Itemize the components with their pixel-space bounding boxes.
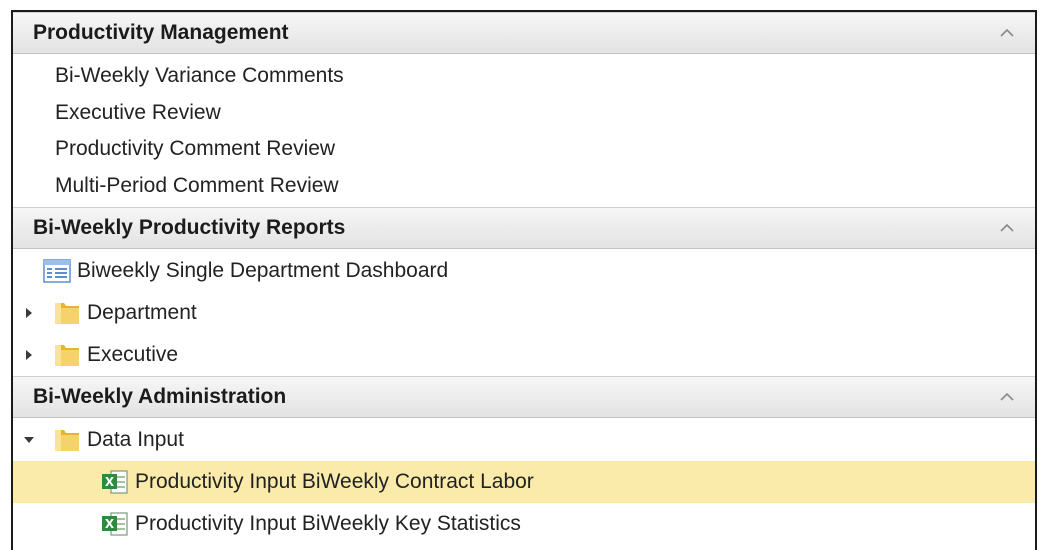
section-header-bi-weekly-administration[interactable]: Bi-Weekly Administration xyxy=(13,376,1035,418)
tree-item-productivity-input-biweekly-key-statistics[interactable]: X Productivity Input BiWeekly Key Statis… xyxy=(13,503,1035,545)
chevron-up-icon[interactable] xyxy=(987,18,1027,48)
productivity-management-list: Bi-Weekly Variance Comments Executive Re… xyxy=(13,54,1035,207)
tree-item-department[interactable]: Department xyxy=(13,292,1035,334)
link-productivity-comment-review[interactable]: Productivity Comment Review xyxy=(13,131,1035,168)
folder-icon xyxy=(53,300,83,326)
tree-item-label: Executive xyxy=(87,343,179,366)
tree-item-data-input[interactable]: Data Input xyxy=(13,419,1035,461)
section-title: Bi-Weekly Productivity Reports xyxy=(33,216,346,239)
tree-item-label: Productivity Input BiWeekly Key Statisti… xyxy=(135,512,521,535)
link-executive-review[interactable]: Executive Review xyxy=(13,95,1035,132)
excel-icon: X xyxy=(101,511,131,537)
dashboard-icon xyxy=(43,258,73,284)
expand-arrow-icon[interactable] xyxy=(21,305,37,321)
tree-item-label: Biweekly Single Department Dashboard xyxy=(77,259,449,282)
chevron-up-icon[interactable] xyxy=(987,213,1027,243)
expand-arrow-icon[interactable] xyxy=(21,347,37,363)
folder-icon xyxy=(53,342,83,368)
section-header-productivity-management[interactable]: Productivity Management xyxy=(13,12,1035,54)
link-bi-weekly-variance-comments[interactable]: Bi-Weekly Variance Comments xyxy=(13,58,1035,95)
section-header-bi-weekly-productivity-reports[interactable]: Bi-Weekly Productivity Reports xyxy=(13,207,1035,249)
collapse-arrow-icon[interactable] xyxy=(21,432,37,448)
chevron-up-icon[interactable] xyxy=(987,382,1027,412)
reports-tree: Biweekly Single Department Dashboard Dep… xyxy=(13,249,1035,376)
svg-text:X: X xyxy=(105,475,115,489)
tree-item-label: Department xyxy=(87,301,197,324)
tree-item-label: Productivity Input BiWeekly Contract Lab… xyxy=(135,470,534,493)
excel-icon: X xyxy=(101,469,131,495)
section-title: Productivity Management xyxy=(33,21,289,44)
section-title: Bi-Weekly Administration xyxy=(33,385,287,408)
link-multi-period-comment-review[interactable]: Multi-Period Comment Review xyxy=(13,168,1035,205)
navigation-panel: Productivity Management Bi-Weekly Varian… xyxy=(11,10,1037,550)
tree-item-executive[interactable]: Executive xyxy=(13,334,1035,376)
svg-text:X: X xyxy=(105,517,115,531)
tree-item-label: Data Input xyxy=(87,428,184,451)
administration-tree: Data Input X Productivity Input BiWeekly… xyxy=(13,418,1035,545)
tree-item-biweekly-single-department-dashboard[interactable]: Biweekly Single Department Dashboard xyxy=(13,250,1035,292)
tree-item-productivity-input-biweekly-contract-labor[interactable]: X Productivity Input BiWeekly Contract L… xyxy=(13,461,1035,503)
folder-icon xyxy=(53,427,83,453)
